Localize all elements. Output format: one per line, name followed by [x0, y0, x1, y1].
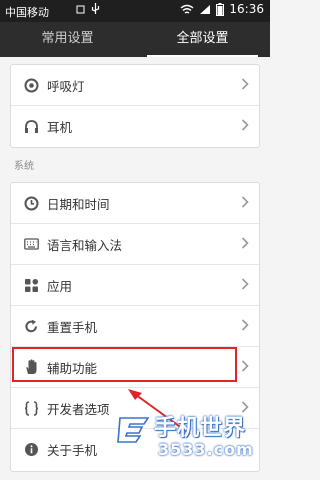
- list-item-label: 呼吸灯: [47, 78, 85, 94]
- chevron-right-icon: [241, 360, 249, 372]
- status-bar: 中国移动 16:36: [0, 0, 270, 22]
- tab-common-settings[interactable]: 常用设置: [0, 22, 135, 57]
- list-item-breathing-light[interactable]: 呼吸灯: [11, 65, 259, 106]
- list-item-label: 开发者选项: [47, 401, 110, 417]
- list-item-headphones[interactable]: 耳机: [11, 106, 259, 147]
- sim-icon: [76, 5, 85, 13]
- chevron-right-icon: [241, 119, 249, 131]
- clock-icon: [23, 195, 39, 211]
- chevron-right-icon: [241, 78, 249, 90]
- clock-time: 16:36: [229, 2, 264, 16]
- reset-icon: [23, 318, 39, 334]
- list-item-reset-phone[interactable]: 重置手机: [11, 306, 259, 347]
- info-icon: [23, 442, 39, 458]
- list-item-label: 重置手机: [47, 319, 98, 335]
- list-item-apps[interactable]: 应用: [11, 265, 259, 306]
- chevron-right-icon: [241, 319, 249, 331]
- status-icons: [76, 3, 100, 15]
- carrier-label: 中国移动: [5, 6, 49, 19]
- chevron-right-icon: [241, 278, 249, 290]
- list-item-language-input[interactable]: 语言和输入法: [11, 224, 259, 265]
- chevron-right-icon: [241, 196, 249, 208]
- braces-icon: [23, 400, 39, 416]
- settings-tab-bar: 常用设置 全部设置: [0, 22, 270, 57]
- list-item-label: 语言和输入法: [47, 237, 123, 253]
- annotation-highlight-box: [12, 347, 237, 382]
- watermark-title: 手机世界: [154, 416, 247, 441]
- wifi-icon: [180, 4, 194, 14]
- battery-icon: [216, 2, 225, 16]
- list-item-label: 耳机: [47, 120, 73, 135]
- headphones-icon: [23, 119, 39, 135]
- list-item-label: 关于手机: [47, 443, 98, 458]
- tab-all-settings[interactable]: 全部设置: [135, 22, 270, 57]
- usb-icon: [91, 3, 100, 14]
- notification-light-icon: [23, 77, 39, 93]
- keyboard-icon: [23, 236, 39, 252]
- watermark-domain: 3533.com: [158, 440, 254, 459]
- chevron-right-icon: [241, 237, 249, 249]
- section-title-system: 系统: [14, 161, 34, 172]
- apps-icon: [23, 277, 39, 293]
- signal-icon: [200, 4, 211, 14]
- logo-mark-icon: [117, 417, 150, 443]
- list-item-label: 应用: [47, 278, 73, 294]
- device-settings-card: 呼吸灯 耳机: [10, 64, 260, 148]
- list-item-date-time[interactable]: 日期和时间: [11, 183, 259, 224]
- list-item-label: 日期和时间: [47, 196, 110, 212]
- watermark-logo: 手机世界 3533.com: [116, 410, 266, 470]
